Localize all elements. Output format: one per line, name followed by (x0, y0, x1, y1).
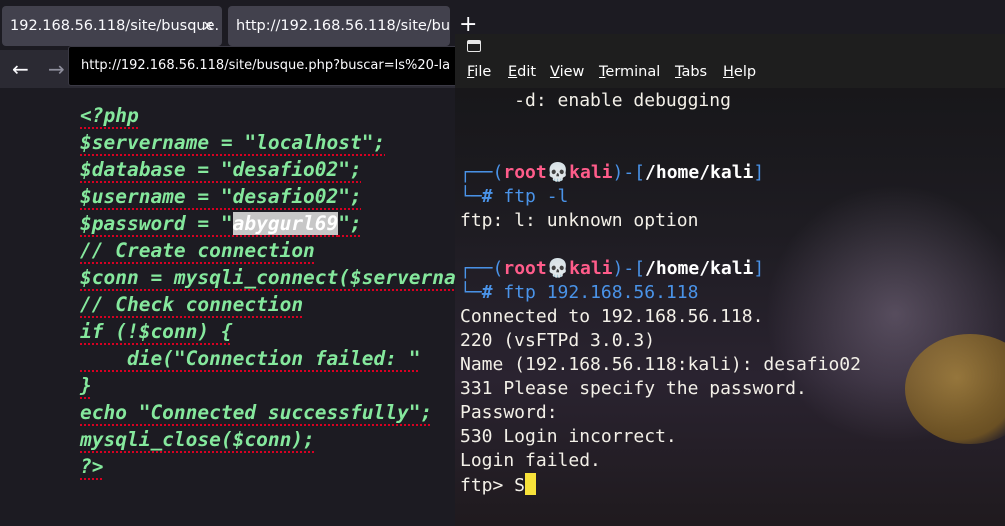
prompt-frame: ┌──( (460, 258, 504, 279)
code-part: $password = " (80, 212, 233, 235)
prompt-hash: # (481, 282, 493, 303)
menu-file[interactable]: File (467, 64, 491, 80)
page-source-view: 1<?php 2$servername = "localhost"; 3$dat… (0, 88, 460, 526)
command-line: └─# ftp -l (460, 185, 568, 209)
prompt-host: kali (569, 162, 613, 183)
prompt-line: ┌──(root💀kali)-[/home/kali] (460, 161, 764, 185)
mnemonic: V (550, 64, 560, 80)
command-text: ftp 192.168.56.118 (503, 282, 699, 303)
terminal-line: 530 Login incorrect. (460, 426, 677, 447)
menu-label: erminal (605, 64, 661, 80)
tab-title: 192.168.56.118/site/busque. (10, 18, 220, 34)
prompt-frame: └─ (460, 186, 482, 207)
tab-busque-2[interactable]: http://192.168.56.118/site/busque (228, 6, 450, 46)
terminal-titlebar[interactable] (455, 34, 1005, 60)
menu-help[interactable]: Help (723, 64, 756, 80)
terminal-menubar: File Edit View Terminal Tabs Help (455, 60, 1005, 88)
prompt-frame: ] (753, 162, 765, 183)
terminal-line: 331 Please specify the password. (460, 378, 807, 399)
source-code: ?> (80, 455, 104, 478)
prompt-line: ┌──(root💀kali)-[/home/kali] (460, 257, 764, 281)
prompt-path: /home/kali (645, 258, 754, 279)
close-icon[interactable]: × (202, 6, 214, 46)
prompt-path: /home/kali (645, 162, 754, 183)
prompt-frame: )-[ (612, 162, 646, 183)
terminal-window-icon (467, 40, 481, 52)
tab-busque-1[interactable]: 192.168.56.118/site/busque. × (2, 6, 222, 46)
skull-icon: 💀 (546, 258, 570, 279)
back-arrow-icon[interactable]: ← (12, 50, 29, 88)
source-code: mysqli_close($conn); (80, 428, 315, 451)
forward-arrow-icon[interactable]: → (48, 50, 65, 88)
terminal-line: Password: (460, 402, 558, 423)
menu-label: dit (517, 64, 537, 80)
skull-icon: 💀 (546, 162, 570, 183)
source-code: // Check connection (80, 293, 304, 316)
url-tooltip: http://192.168.56.118/site/busque.php?bu… (68, 46, 464, 86)
menu-label: elp (733, 64, 757, 80)
menu-tabs[interactable]: Tabs (675, 64, 707, 80)
tab-title: http://192.168.56.118/site/busque (236, 18, 450, 34)
code-part: "; (338, 212, 362, 235)
menu-label: abs (681, 64, 708, 80)
terminal-line: Name (192.168.56.118:kali): desafio02 (460, 354, 861, 375)
source-code: $conn = mysqli_connect($servername (80, 266, 460, 289)
prompt-host: kali (569, 258, 613, 279)
source-code: $password = "abygurl69"; (80, 212, 362, 235)
terminal-line: 220 (vsFTPd 3.0.3) (460, 330, 656, 351)
source-code: if (!$conn) { (80, 320, 233, 343)
source-code: $username = "desafio02"; (80, 185, 362, 208)
source-code: echo "Connected successfully"; (80, 401, 433, 424)
prompt-frame: └─ (460, 282, 482, 303)
prompt-user: root (503, 258, 547, 279)
prompt-frame: ┌──( (460, 162, 504, 183)
prompt-hash: # (481, 186, 493, 207)
selected-password-text[interactable]: abygurl69 (232, 212, 339, 235)
source-code: $database = "desafio02"; (80, 158, 362, 181)
source-code: } (80, 374, 92, 397)
terminal-line: Connected to 192.168.56.118. (460, 306, 764, 327)
menu-edit[interactable]: Edit (508, 64, 536, 80)
terminal-line: Login failed. (460, 450, 601, 471)
menu-label: iew (559, 64, 585, 80)
menu-terminal[interactable]: Terminal (599, 64, 660, 80)
ftp-prompt: ftp> S (460, 475, 526, 496)
terminal-line: -d: enable debugging (460, 90, 731, 111)
text-cursor (525, 473, 537, 495)
source-code: <?php (80, 104, 139, 127)
menu-label: ile (474, 64, 492, 80)
menu-view[interactable]: View (550, 64, 584, 80)
mnemonic: E (508, 64, 518, 80)
source-code: die("Connection failed: " (80, 347, 421, 370)
prompt-user: root (503, 162, 547, 183)
terminal-window[interactable]: File Edit View Terminal Tabs Help -d: en… (455, 34, 1005, 526)
ftp-prompt-line[interactable]: ftp> S (460, 473, 537, 497)
terminal-line: ftp: l: unknown option (460, 210, 699, 231)
source-code: $servername = "localhost"; (80, 131, 386, 154)
prompt-frame: )-[ (612, 258, 646, 279)
mnemonic: H (723, 64, 734, 80)
prompt-frame: ] (753, 258, 765, 279)
command-line: └─# ftp 192.168.56.118 (460, 281, 698, 305)
command-text: ftp -l (503, 186, 569, 207)
source-code: // Create connection (80, 239, 315, 262)
